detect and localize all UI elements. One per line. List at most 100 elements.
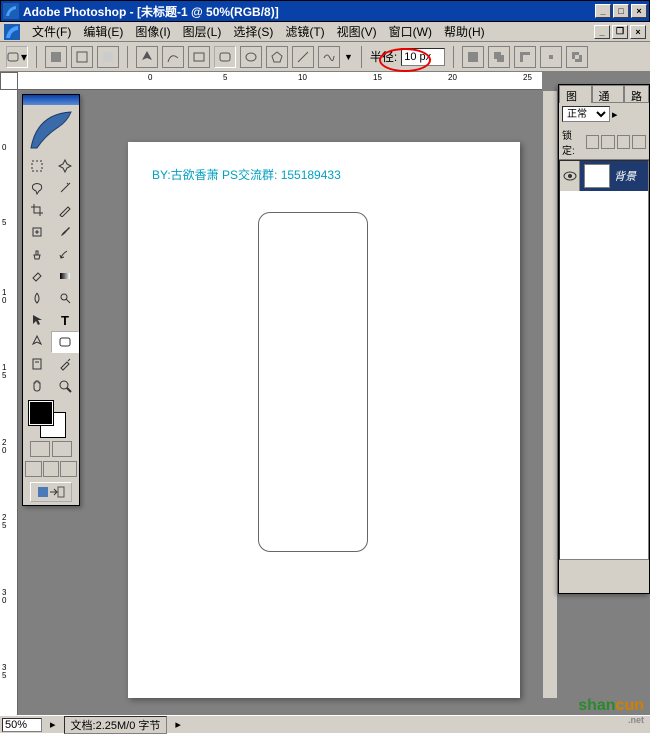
scrollbar-vertical[interactable] <box>542 90 558 699</box>
menu-window[interactable]: 窗口(W) <box>383 21 438 42</box>
maximize-button[interactable]: □ <box>613 4 629 18</box>
menu-edit[interactable]: 编辑(E) <box>77 21 129 42</box>
lock-transparency-icon[interactable] <box>586 135 600 149</box>
eraser-tool-icon[interactable] <box>23 265 51 287</box>
app-icon <box>3 3 19 19</box>
rectangle-shape-icon[interactable] <box>188 46 210 68</box>
blendmode-select[interactable]: 正常 <box>562 106 610 122</box>
workspace: 0 5 10 15 20 25 0 5 1 0 1 5 2 0 2 5 3 0 … <box>0 72 650 715</box>
radius-label: 半径: <box>370 48 397 65</box>
rounded-rect-shape-icon[interactable] <box>214 46 236 68</box>
tab-paths[interactable]: 路 <box>624 85 649 103</box>
type-tool-icon[interactable]: T <box>51 309 79 331</box>
window-controls: _ □ × <box>595 4 647 18</box>
minimize-button[interactable]: _ <box>595 4 611 18</box>
brush-tool-icon[interactable] <box>51 221 79 243</box>
shape-tool-icon[interactable] <box>51 331 79 353</box>
menu-select[interactable]: 选择(S) <box>227 21 279 42</box>
foreground-color-swatch[interactable] <box>29 401 53 425</box>
toolbox: T <box>22 94 80 506</box>
credit-text: BY:古欲香萧 PS交流群: 155189433 <box>152 166 341 183</box>
ruler-origin[interactable] <box>0 72 18 90</box>
polygon-shape-icon[interactable] <box>266 46 288 68</box>
tool-preset-picker[interactable]: ▾ <box>6 46 28 68</box>
slice-tool-icon[interactable] <box>51 199 79 221</box>
rounded-rect-path[interactable] <box>258 212 368 552</box>
layer-name[interactable]: 背景 <box>614 168 648 184</box>
move-tool-icon[interactable] <box>51 155 79 177</box>
menu-help[interactable]: 帮助(H) <box>438 21 491 42</box>
blur-tool-icon[interactable] <box>23 287 51 309</box>
document-info[interactable]: 文档:2.25M/0 字节 <box>64 716 168 734</box>
screen-full-icon[interactable] <box>60 461 77 477</box>
radius-input[interactable] <box>401 48 445 66</box>
paths-mode-icon[interactable] <box>71 46 93 68</box>
hand-tool-icon[interactable] <box>23 375 51 397</box>
menubar: 文件(F) 编辑(E) 图像(I) 图层(L) 选择(S) 滤镜(T) 视图(V… <box>0 22 650 42</box>
photoshop-logo[interactable] <box>23 105 79 155</box>
close-button[interactable]: × <box>631 4 647 18</box>
menu-view[interactable]: 视图(V) <box>331 21 383 42</box>
zoom-level[interactable]: 50% <box>2 718 42 732</box>
mdi-close-button[interactable]: × <box>630 25 646 39</box>
quickmask-mode-icon[interactable] <box>52 441 72 457</box>
crop-tool-icon[interactable] <box>23 199 51 221</box>
lasso-tool-icon[interactable] <box>23 177 51 199</box>
screen-standard-icon[interactable] <box>25 461 42 477</box>
pathop-exclude-icon[interactable] <box>566 46 588 68</box>
shape-layers-mode-icon[interactable] <box>45 46 67 68</box>
tab-layers[interactable]: 图层 <box>559 85 592 103</box>
history-brush-tool-icon[interactable] <box>51 243 79 265</box>
gradient-tool-icon[interactable] <box>51 265 79 287</box>
fillpixels-mode-icon[interactable] <box>97 46 119 68</box>
ruler-horizontal[interactable]: 0 5 10 15 20 25 <box>18 72 542 90</box>
jump-to-imageready-button[interactable] <box>30 482 72 502</box>
zoom-tool-icon[interactable] <box>51 375 79 397</box>
eyedropper-tool-icon[interactable] <box>51 353 79 375</box>
pathop-add-icon[interactable] <box>488 46 510 68</box>
menu-file[interactable]: 文件(F) <box>26 21 77 42</box>
ruler-vertical[interactable]: 0 5 1 0 1 5 2 0 2 5 3 0 3 5 <box>0 90 18 715</box>
notes-tool-icon[interactable] <box>23 353 51 375</box>
watermark: shancun .net <box>578 697 644 725</box>
freeform-pen-icon[interactable] <box>162 46 184 68</box>
ps-icon[interactable] <box>4 24 20 40</box>
ellipse-shape-icon[interactable] <box>240 46 262 68</box>
menu-image[interactable]: 图像(I) <box>129 21 176 42</box>
status-menu2-icon[interactable]: ▸ <box>175 718 181 731</box>
toolbox-titlebar[interactable] <box>23 95 79 105</box>
status-menu-icon[interactable]: ▸ <box>50 718 56 731</box>
pathop-subtract-icon[interactable] <box>514 46 536 68</box>
mdi-restore-button[interactable]: ❐ <box>612 25 628 39</box>
clone-stamp-tool-icon[interactable] <box>23 243 51 265</box>
pathop-new-icon[interactable] <box>462 46 484 68</box>
lock-all-icon[interactable] <box>632 135 646 149</box>
pathop-intersect-icon[interactable] <box>540 46 562 68</box>
lock-label: 锁定: <box>562 127 584 157</box>
marquee-tool-icon[interactable] <box>23 155 51 177</box>
menu-filter[interactable]: 滤镜(T) <box>279 21 330 42</box>
canvas[interactable]: BY:古欲香萧 PS交流群: 155189433 <box>128 142 520 698</box>
path-selection-tool-icon[interactable] <box>23 309 51 331</box>
statusbar: 50% ▸ 文档:2.25M/0 字节 ▸ <box>0 715 650 733</box>
healing-brush-tool-icon[interactable] <box>23 221 51 243</box>
lock-position-icon[interactable] <box>617 135 631 149</box>
panel-menu-icon[interactable]: ▸ <box>612 108 618 121</box>
dodge-tool-icon[interactable] <box>51 287 79 309</box>
pen-tool-icon[interactable] <box>23 331 51 353</box>
layer-thumbnail[interactable] <box>584 164 610 188</box>
mdi-minimize-button[interactable]: _ <box>594 25 610 39</box>
screen-fullmenu-icon[interactable] <box>43 461 60 477</box>
line-shape-icon[interactable] <box>292 46 314 68</box>
lock-pixels-icon[interactable] <box>601 135 615 149</box>
visibility-toggle-icon[interactable] <box>560 161 580 191</box>
magic-wand-tool-icon[interactable] <box>51 177 79 199</box>
layer-list: 背景 <box>559 160 649 560</box>
tab-channels[interactable]: 通道 <box>592 85 625 103</box>
titlebar: Adobe Photoshop - [未标题-1 @ 50%(RGB/8)] _… <box>0 0 650 22</box>
custom-shape-icon[interactable] <box>318 46 340 68</box>
layer-row[interactable]: 背景 <box>560 161 648 191</box>
pen-shape-icon[interactable] <box>136 46 158 68</box>
menu-layer[interactable]: 图层(L) <box>177 21 228 42</box>
standard-mode-icon[interactable] <box>30 441 50 457</box>
